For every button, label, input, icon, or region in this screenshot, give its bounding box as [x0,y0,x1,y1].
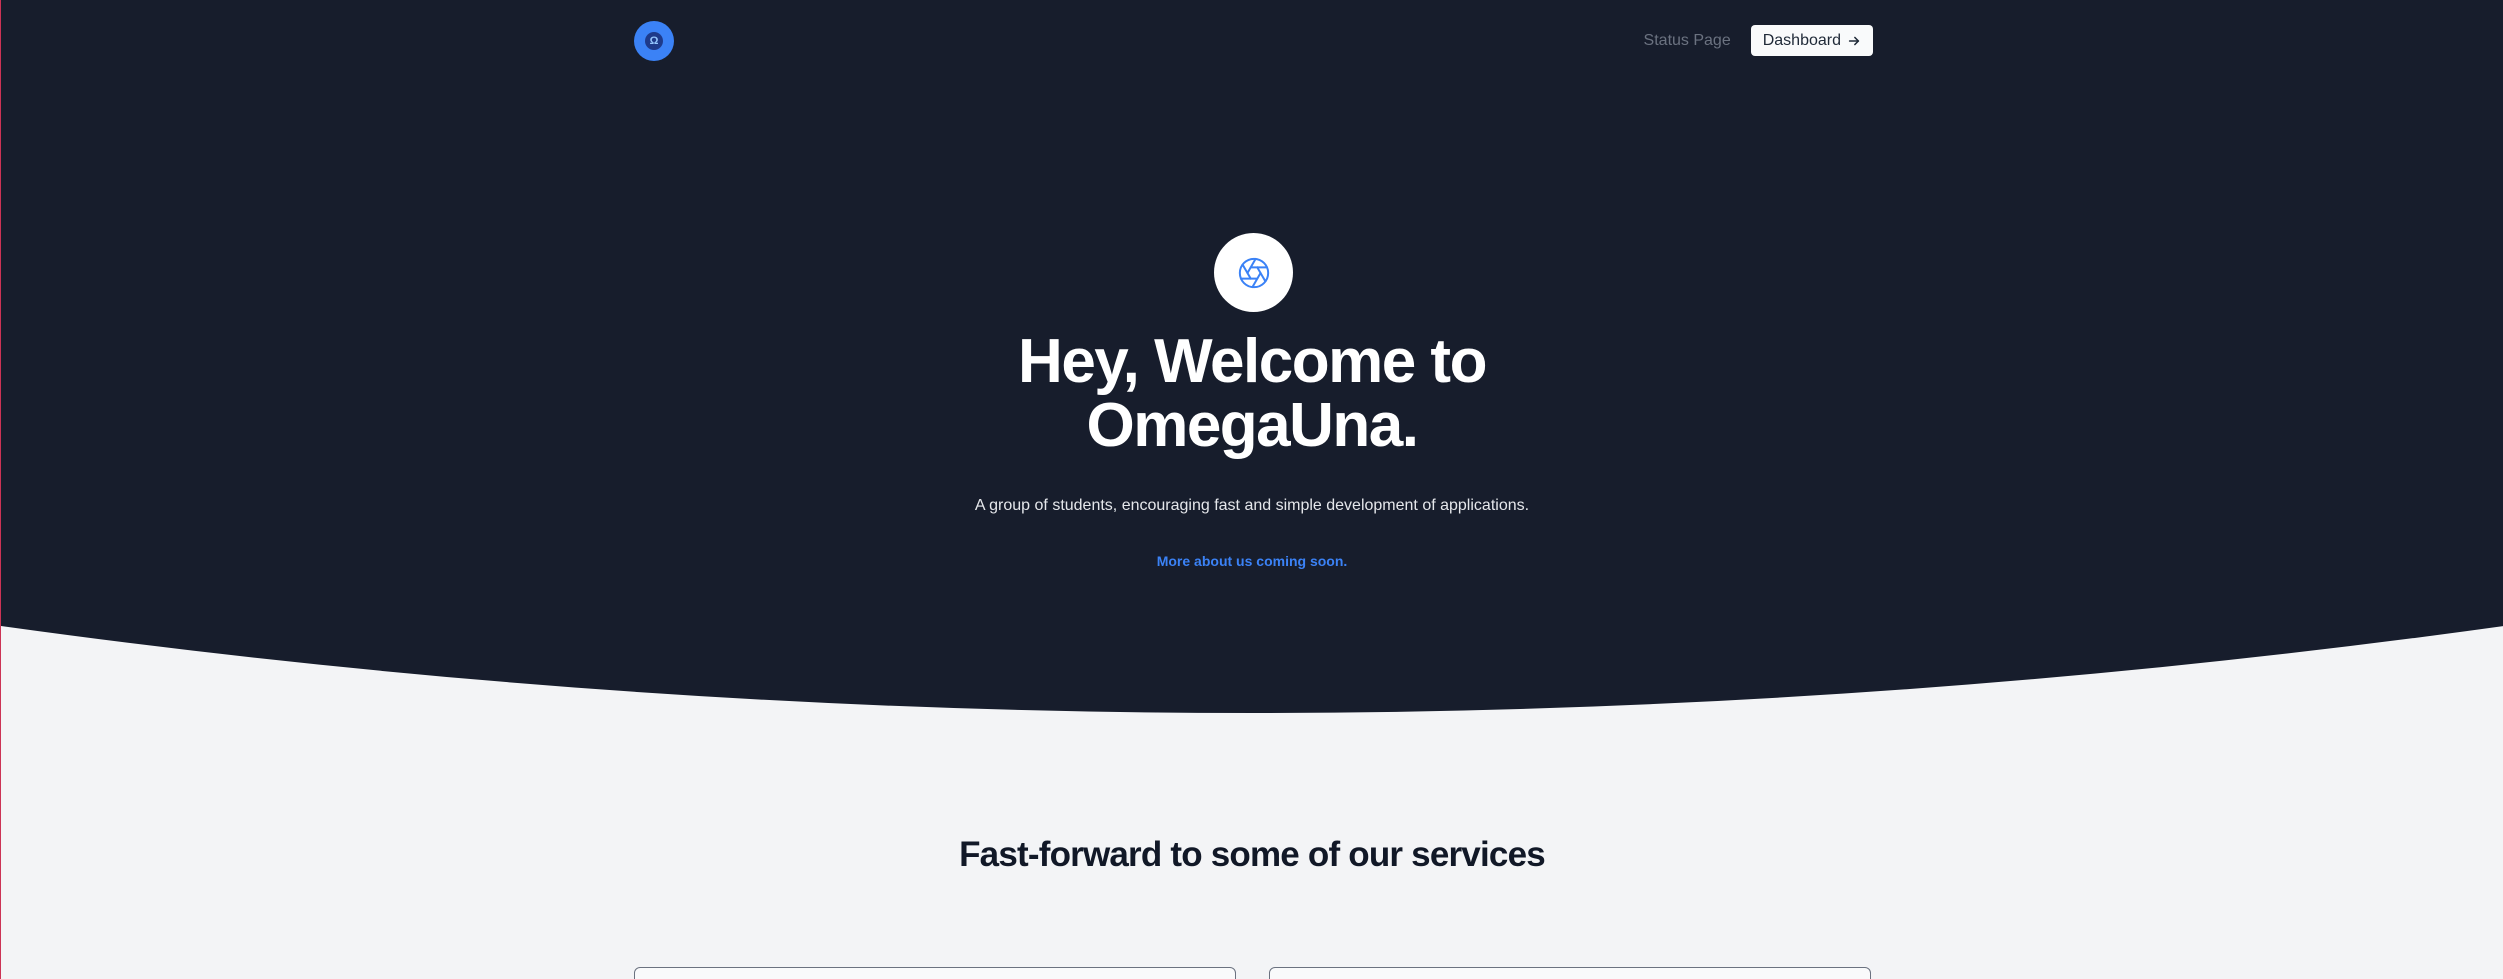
hero-title: Hey, Welcome to OmegaUna. [852,330,1652,458]
hero-title-line-2: OmegaUna. [1086,391,1419,460]
hero-subtitle: A group of students, encouraging fast an… [974,497,1530,514]
hero-title-line-1: Hey, Welcome to [1018,327,1487,396]
omegauna-logo-icon: Ω [645,32,663,50]
hero-section: Ω Status Page Dashboard Hey, Welcome to … [1,0,2503,735]
hero-icon-badge [1214,233,1293,312]
service-card[interactable] [634,967,1236,979]
arrow-right-icon [1848,36,1860,45]
top-nav: Status Page Dashboard [1644,25,1873,56]
service-card[interactable] [1269,967,1871,979]
dashboard-button-label: Dashboard [1762,31,1841,49]
landing-page: Ω Status Page Dashboard Hey, Welcome to … [0,0,2503,979]
logo-button[interactable]: Ω [634,21,674,61]
services-heading: Fast-forward to some of our services [959,835,1546,874]
status-page-link[interactable]: Status Page [1644,32,1731,50]
more-about-us-link[interactable]: More about us coming soon. [1002,551,1502,571]
dashboard-button[interactable]: Dashboard [1750,25,1873,56]
aperture-icon [1238,257,1269,288]
